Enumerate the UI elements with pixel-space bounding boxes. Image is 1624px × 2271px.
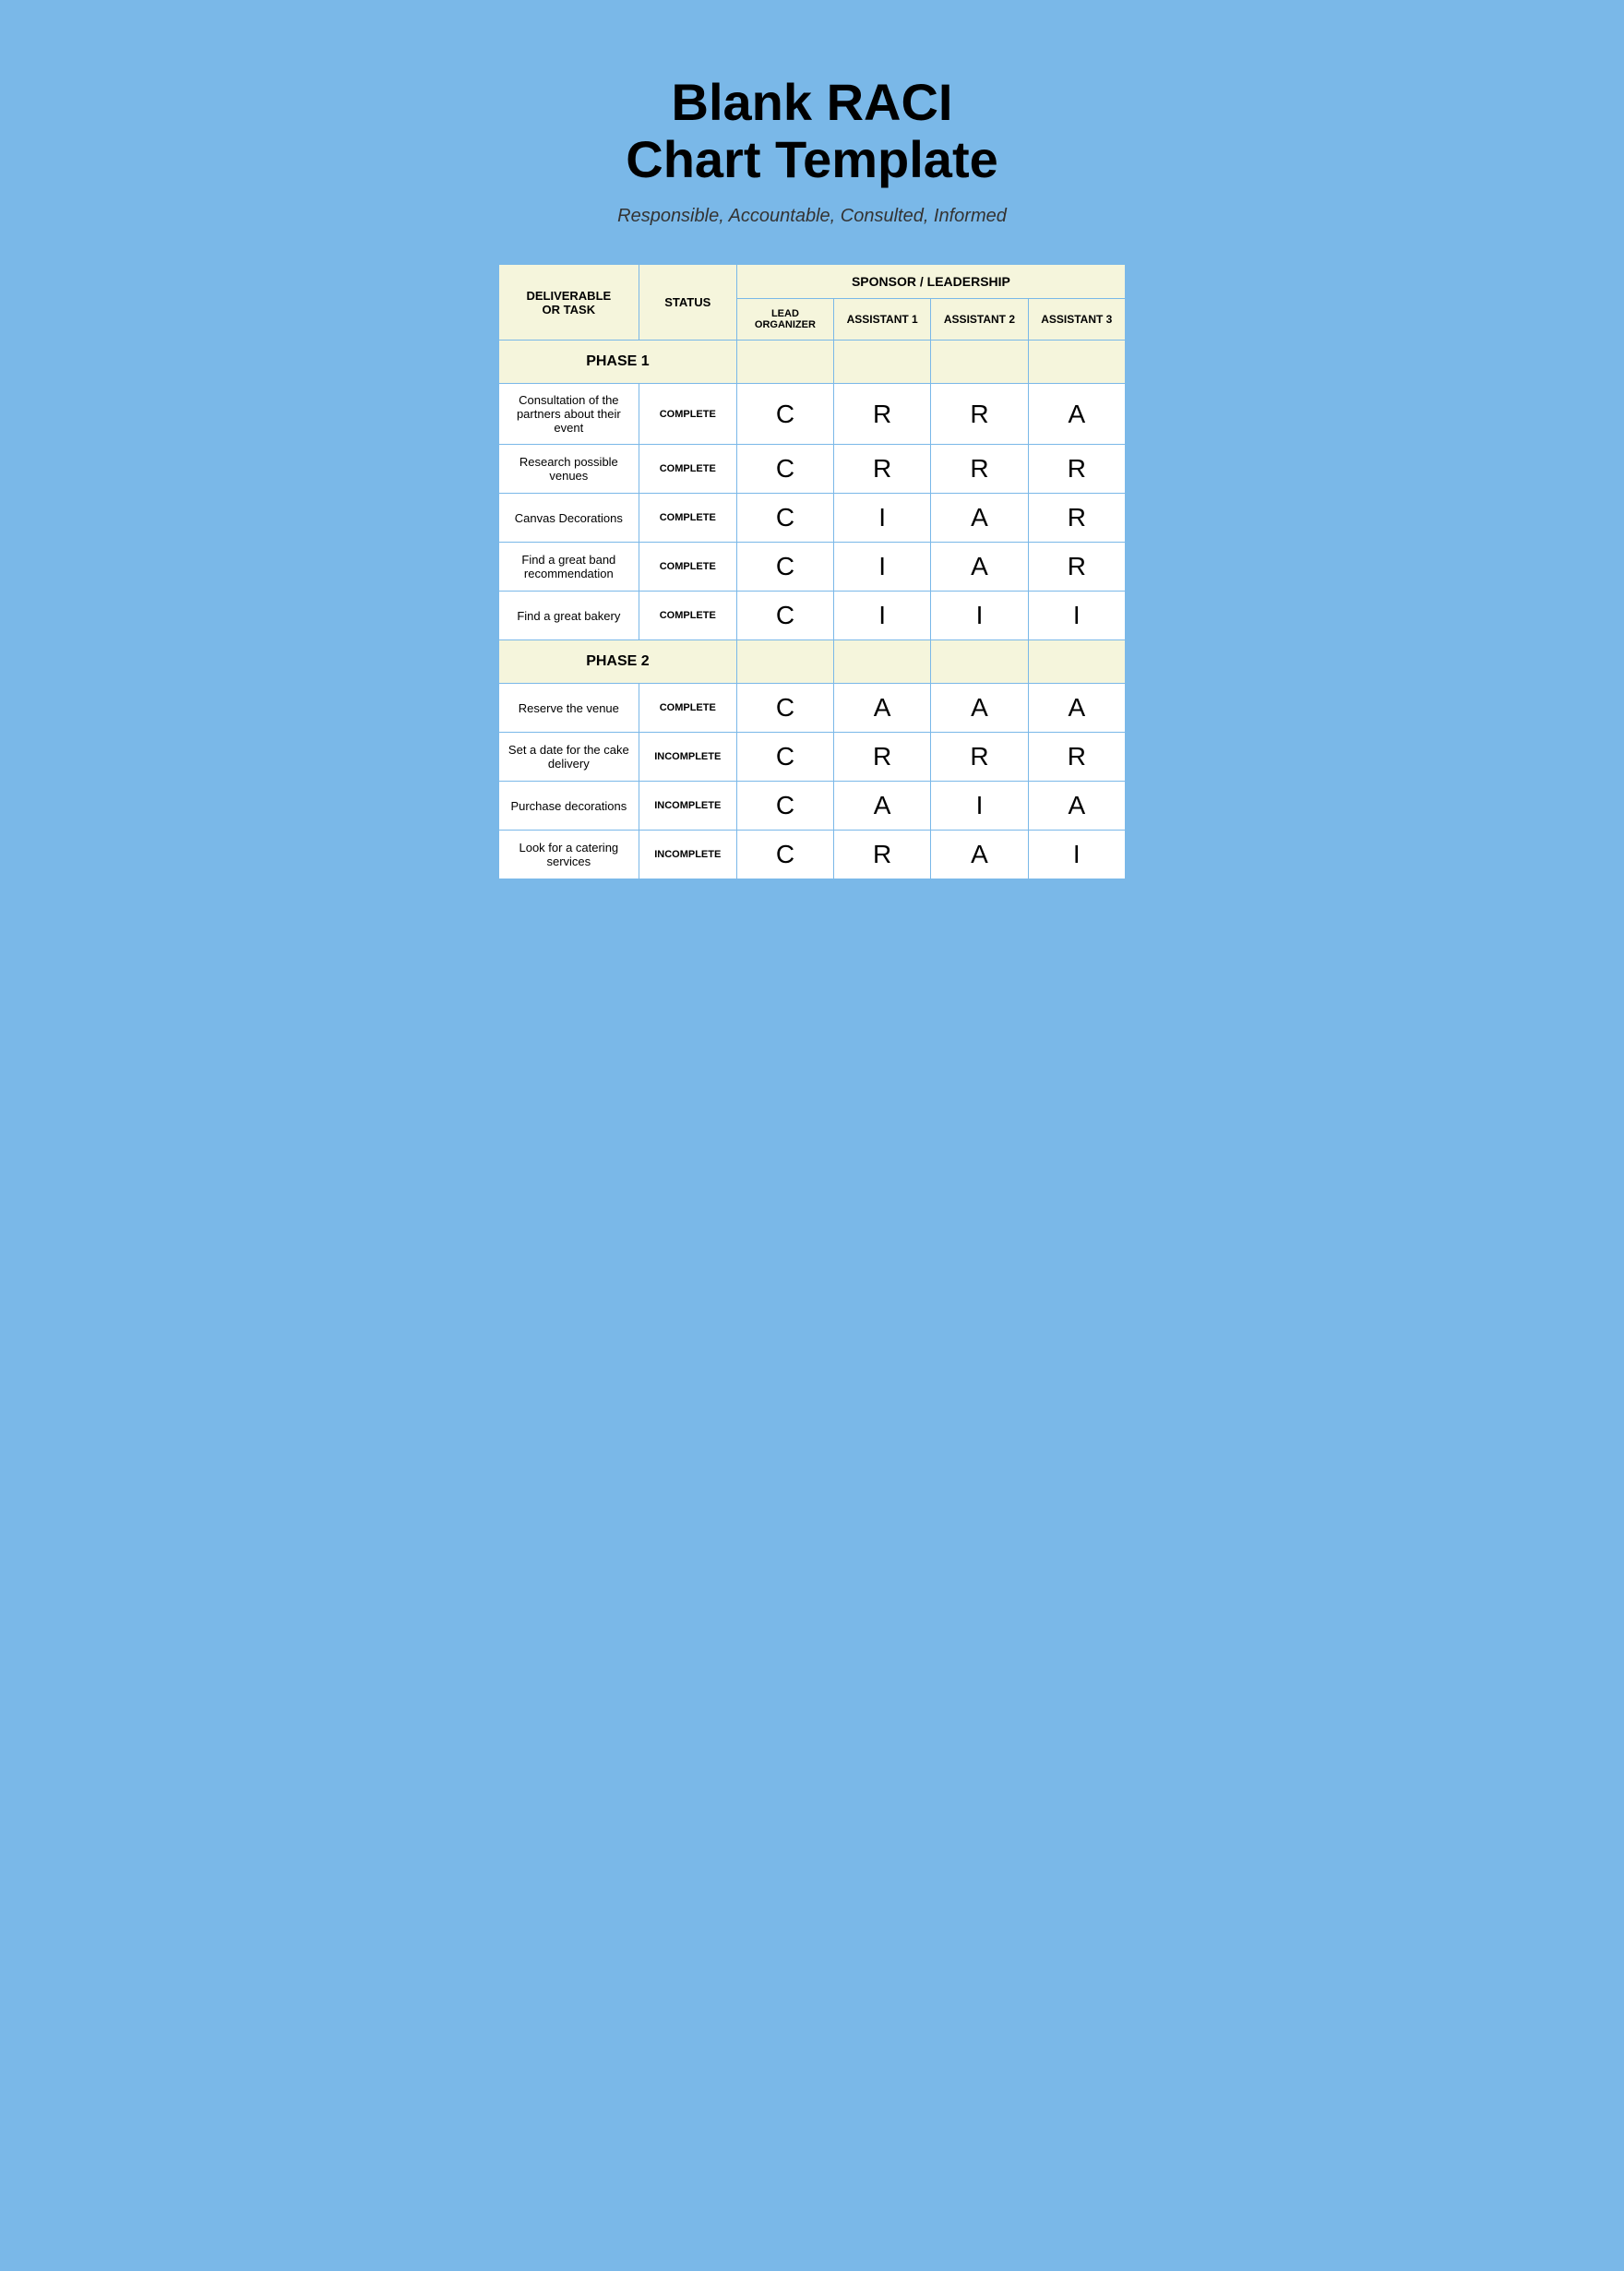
a2-cell: A <box>931 684 1028 733</box>
table-row: Canvas Decorations COMPLETE C I A R <box>499 494 1126 543</box>
sponsor-header: SPONSOR / LEADERSHIP <box>736 265 1125 299</box>
a3-cell: R <box>1028 494 1125 543</box>
table-row: Consultation of the partners about their… <box>499 384 1126 445</box>
table-row: Research possible venues COMPLETE C R R … <box>499 445 1126 494</box>
status-cell: INCOMPLETE <box>639 782 736 831</box>
a1-cell: R <box>833 831 930 879</box>
task-cell: Purchase decorations <box>499 782 639 831</box>
lead-cell: C <box>736 494 833 543</box>
a3-cell: R <box>1028 543 1125 592</box>
task-cell: Find a great bakery <box>499 592 639 640</box>
lead-cell: C <box>736 782 833 831</box>
lead-cell: C <box>736 684 833 733</box>
a3-cell: A <box>1028 384 1125 445</box>
a1-cell: I <box>833 543 930 592</box>
a3-cell: A <box>1028 684 1125 733</box>
table-row: Find a great band recommendation COMPLET… <box>499 543 1126 592</box>
a2-cell: I <box>931 782 1028 831</box>
assistant2-header: ASSISTANT 2 <box>931 299 1028 341</box>
a2-cell: A <box>931 494 1028 543</box>
a1-cell: R <box>833 445 930 494</box>
lead-cell: C <box>736 733 833 782</box>
assistant1-header: ASSISTANT 1 <box>833 299 930 341</box>
status-header: STATUS <box>639 265 736 341</box>
a1-cell: A <box>833 782 930 831</box>
status-cell: COMPLETE <box>639 445 736 494</box>
a2-cell: R <box>931 384 1028 445</box>
raci-table: DELIVERABLE OR TASK STATUS SPONSOR / LEA… <box>498 264 1126 879</box>
a3-cell: R <box>1028 733 1125 782</box>
a1-cell: I <box>833 494 930 543</box>
phase2-row: PHASE 2 <box>499 640 1126 684</box>
task-cell: Look for a catering services <box>499 831 639 879</box>
table-row: Find a great bakery COMPLETE C I I I <box>499 592 1126 640</box>
phase1-label: PHASE 1 <box>499 341 737 384</box>
status-cell: COMPLETE <box>639 684 736 733</box>
task-cell: Set a date for the cake delivery <box>499 733 639 782</box>
a1-cell: R <box>833 384 930 445</box>
lead-organizer-header: LEAD ORGANIZER <box>736 299 833 341</box>
table-row: Set a date for the cake delivery INCOMPL… <box>499 733 1126 782</box>
task-cell: Research possible venues <box>499 445 639 494</box>
status-cell: INCOMPLETE <box>639 733 736 782</box>
a2-cell: R <box>931 733 1028 782</box>
status-cell: COMPLETE <box>639 384 736 445</box>
phase2-label: PHASE 2 <box>499 640 737 684</box>
a2-cell: I <box>931 592 1028 640</box>
subtitle: Responsible, Accountable, Consulted, Inf… <box>617 206 1007 227</box>
assistant3-header: ASSISTANT 3 <box>1028 299 1125 341</box>
a3-cell: I <box>1028 592 1125 640</box>
phase1-row: PHASE 1 <box>499 341 1126 384</box>
table-row: Reserve the venue COMPLETE C A A A <box>499 684 1126 733</box>
header-row-top: DELIVERABLE OR TASK STATUS SPONSOR / LEA… <box>499 265 1126 299</box>
task-cell: Consultation of the partners about their… <box>499 384 639 445</box>
task-cell: Canvas Decorations <box>499 494 639 543</box>
a1-cell: A <box>833 684 930 733</box>
a3-cell: R <box>1028 445 1125 494</box>
lead-cell: C <box>736 592 833 640</box>
status-cell: INCOMPLETE <box>639 831 736 879</box>
page-title: Blank RACIChart Template <box>626 74 997 187</box>
a2-cell: R <box>931 445 1028 494</box>
lead-cell: C <box>736 384 833 445</box>
a1-cell: I <box>833 592 930 640</box>
page-container: Blank RACIChart Template Responsible, Ac… <box>461 37 1163 935</box>
lead-cell: C <box>736 445 833 494</box>
lead-cell: C <box>736 543 833 592</box>
status-cell: COMPLETE <box>639 494 736 543</box>
task-cell: Find a great band recommendation <box>499 543 639 592</box>
task-cell: Reserve the venue <box>499 684 639 733</box>
lead-cell: C <box>736 831 833 879</box>
table-row: Purchase decorations INCOMPLETE C A I A <box>499 782 1126 831</box>
table-row: Look for a catering services INCOMPLETE … <box>499 831 1126 879</box>
a2-cell: A <box>931 543 1028 592</box>
a1-cell: R <box>833 733 930 782</box>
status-cell: COMPLETE <box>639 543 736 592</box>
a2-cell: A <box>931 831 1028 879</box>
deliverable-header: DELIVERABLE OR TASK <box>499 265 639 341</box>
a3-cell: A <box>1028 782 1125 831</box>
status-cell: COMPLETE <box>639 592 736 640</box>
a3-cell: I <box>1028 831 1125 879</box>
